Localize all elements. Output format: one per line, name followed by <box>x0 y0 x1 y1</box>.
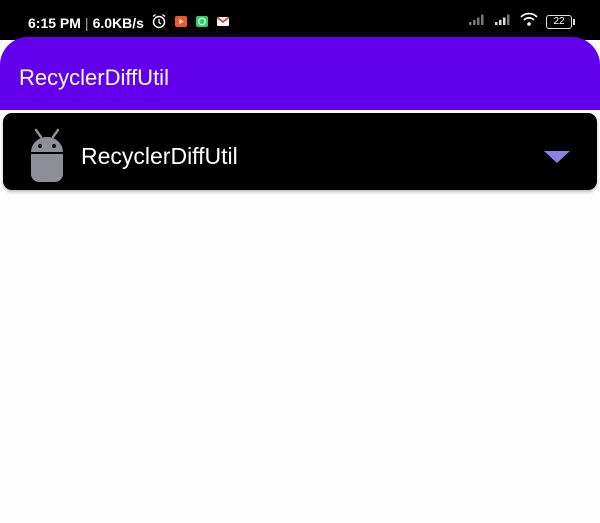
wifi-icon <box>520 12 538 31</box>
alarm-icon <box>151 13 167 32</box>
whatsapp-icon <box>195 15 209 31</box>
gmail-icon <box>216 15 230 31</box>
battery-icon: 22 <box>546 14 575 29</box>
dropdown-arrow-icon[interactable] <box>544 151 570 163</box>
android-icon <box>27 127 67 183</box>
signal-icon-2 <box>494 13 512 31</box>
video-icon <box>174 15 188 31</box>
spinner-dropdown[interactable]: RecyclerDiffUtil <box>3 113 597 190</box>
network-speed: 6.0KB/s <box>92 14 144 31</box>
status-time: 6:15 PM <box>28 14 81 31</box>
status-bar: 6:15 PM | 6.0KB/s 22 <box>0 0 600 40</box>
signal-icon <box>468 13 486 31</box>
app-bar: RecyclerDiffUtil <box>0 37 600 110</box>
status-left: 6:15 PM | 6.0KB/s <box>28 13 230 32</box>
app-title: RecyclerDiffUtil <box>19 65 169 90</box>
status-separator: | <box>84 14 89 31</box>
status-right: 22 <box>468 12 575 31</box>
spinner-selected-label: RecyclerDiffUtil <box>81 143 238 169</box>
